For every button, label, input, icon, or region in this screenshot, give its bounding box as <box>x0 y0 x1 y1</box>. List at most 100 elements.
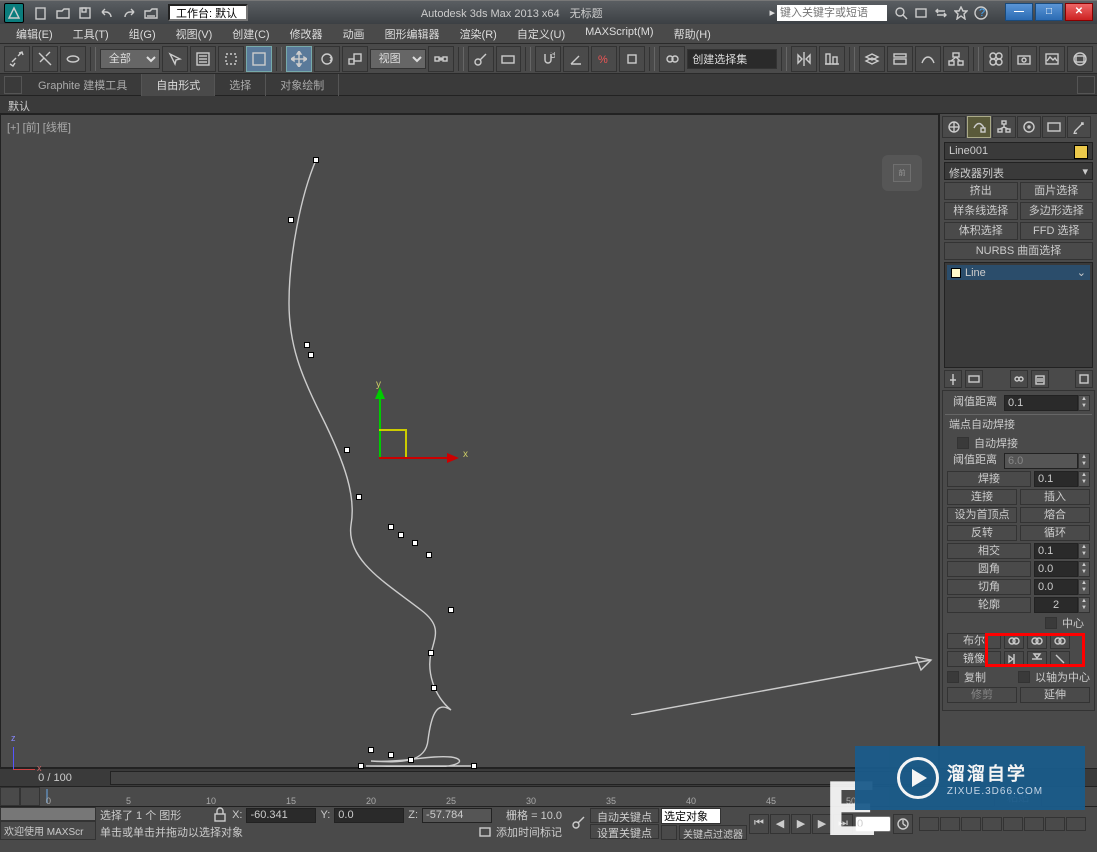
mirror-both-icon[interactable] <box>1050 651 1070 667</box>
modifier-list-dropdown[interactable]: 修改器列表▾ <box>944 162 1093 180</box>
zoom-extents-all-icon[interactable] <box>982 817 1002 831</box>
mirror-button[interactable]: 镜像 <box>947 651 1001 667</box>
exchange-icon[interactable] <box>933 5 949 21</box>
workspace-dropdown[interactable] <box>168 4 248 21</box>
next-frame-icon[interactable]: ▶ <box>812 814 832 834</box>
window-close-button[interactable]: ✕ <box>1065 3 1093 21</box>
vertex[interactable] <box>288 217 294 223</box>
render-setup-icon[interactable] <box>1011 46 1037 72</box>
y-coordinate-field[interactable] <box>334 808 404 823</box>
copy-checkbox[interactable] <box>947 671 959 683</box>
autoweld-checkbox[interactable] <box>957 437 969 449</box>
keymode-dropdown[interactable] <box>661 808 721 824</box>
named-selset-dropdown[interactable] <box>687 49 777 69</box>
qat-redo-icon[interactable] <box>119 3 139 23</box>
viewcube[interactable]: 前 <box>882 155 922 191</box>
weld-spinner[interactable] <box>1034 471 1078 487</box>
bind-spacewarp-icon[interactable] <box>60 46 86 72</box>
weld-button[interactable]: 焊接 <box>947 471 1031 487</box>
goto-end-icon[interactable]: ⏭ <box>833 814 853 834</box>
vertex[interactable] <box>313 157 319 163</box>
vertex[interactable] <box>471 763 477 769</box>
zoom-all-icon[interactable] <box>940 817 960 831</box>
cycle-button[interactable]: 循环 <box>1020 525 1090 541</box>
window-minimize-button[interactable]: — <box>1005 3 1033 21</box>
percent-snap-icon[interactable]: % <box>591 46 617 72</box>
manipulate-icon[interactable] <box>468 46 494 72</box>
ribbon-tab-objectpaint[interactable]: 对象绘制 <box>266 74 339 96</box>
time-track[interactable] <box>110 771 939 785</box>
key-icon[interactable] <box>570 815 588 833</box>
viewport-label[interactable]: [+] [前] [线框] <box>7 119 71 135</box>
edit-selset-icon[interactable] <box>659 46 685 72</box>
motion-tab-icon[interactable] <box>1017 116 1041 138</box>
menu-edit[interactable]: 编辑(E) <box>6 24 63 43</box>
zoom-icon[interactable] <box>919 817 939 831</box>
favorite-icon[interactable] <box>953 5 969 21</box>
stack-configure-icon[interactable] <box>1075 370 1093 388</box>
ribbon-tab-selection[interactable]: 选择 <box>215 74 266 96</box>
mirror-v-icon[interactable] <box>1027 651 1047 667</box>
connect-button[interactable]: 连接 <box>947 489 1017 505</box>
select-region-rect-icon[interactable] <box>218 46 244 72</box>
trim-button[interactable]: 修剪 <box>947 687 1017 703</box>
rendered-frame-icon[interactable] <box>1039 46 1065 72</box>
vertex[interactable] <box>388 752 394 758</box>
object-name-field[interactable]: Line001 <box>944 142 1093 160</box>
vertex[interactable] <box>431 685 437 691</box>
maxscript-mini-listener[interactable] <box>0 807 96 821</box>
layer-manager-icon[interactable] <box>859 46 885 72</box>
selmod-polysel[interactable]: 多边形选择 <box>1020 202 1094 220</box>
selmod-ffdsel[interactable]: FFD 选择 <box>1020 222 1094 240</box>
vertex[interactable] <box>408 757 414 763</box>
menu-tools[interactable]: 工具(T) <box>63 24 119 43</box>
window-crossing-icon[interactable] <box>246 46 272 72</box>
menu-modifiers[interactable]: 修改器 <box>280 24 333 43</box>
fov-icon[interactable] <box>1003 817 1023 831</box>
curve-editor-icon[interactable] <box>915 46 941 72</box>
create-tab-icon[interactable] <box>942 116 966 138</box>
bool-button[interactable]: 布尔 <box>947 633 1001 649</box>
help-icon[interactable]: ? <box>973 5 989 21</box>
render-production-icon[interactable] <box>1067 46 1093 72</box>
zoom-extents-icon[interactable] <box>961 817 981 831</box>
display-tab-icon[interactable] <box>1042 116 1066 138</box>
select-rotate-icon[interactable] <box>314 46 340 72</box>
menu-help[interactable]: 帮助(H) <box>664 24 721 43</box>
menu-animation[interactable]: 动画 <box>333 24 375 43</box>
ribbon-tab-graphite[interactable]: Graphite 建模工具 <box>24 74 142 96</box>
center-checkbox[interactable] <box>1045 617 1057 629</box>
ribbon-tab-freeform[interactable]: 自由形式 <box>142 74 215 96</box>
stack-show-icon[interactable] <box>965 370 983 388</box>
autokey-button[interactable]: 自动关键点 <box>590 808 659 823</box>
menu-grapheditors[interactable]: 图形编辑器 <box>375 24 450 43</box>
ribbon-min-icon[interactable] <box>4 76 22 94</box>
select-object-icon[interactable] <box>162 46 188 72</box>
bool-sub-icon[interactable] <box>1027 633 1047 649</box>
spinner-snap-icon[interactable] <box>619 46 645 72</box>
vertex[interactable] <box>356 494 362 500</box>
subscription-icon[interactable] <box>913 5 929 21</box>
insert-button[interactable]: 插入 <box>1020 489 1090 505</box>
vertex[interactable] <box>448 607 454 613</box>
stack-unique-icon[interactable] <box>1010 370 1028 388</box>
outline-spinner[interactable] <box>1034 597 1078 613</box>
graphite-ribbon-icon[interactable] <box>887 46 913 72</box>
setkey-button[interactable]: 设置关键点 <box>590 824 659 839</box>
viewport[interactable]: [+] [前] [线框] 前 y x z x <box>0 114 939 768</box>
keyfilter-key-icon[interactable] <box>661 825 677 840</box>
select-by-name-icon[interactable] <box>190 46 216 72</box>
chamfer-spinner[interactable] <box>1034 579 1078 595</box>
unlink-icon[interactable] <box>32 46 58 72</box>
time-config-icon[interactable] <box>893 814 913 834</box>
select-scale-icon[interactable] <box>342 46 368 72</box>
xsect-spinner[interactable] <box>1034 543 1078 559</box>
angle-snap-icon[interactable] <box>563 46 589 72</box>
hierarchy-tab-icon[interactable] <box>992 116 1016 138</box>
window-maximize-button[interactable]: □ <box>1035 3 1063 21</box>
x-coordinate-field[interactable] <box>246 808 316 823</box>
fillet-spinner[interactable] <box>1034 561 1078 577</box>
fuse-button[interactable]: 熔合 <box>1020 507 1090 523</box>
mirror-h-icon[interactable] <box>1004 651 1024 667</box>
vertex[interactable] <box>412 540 418 546</box>
